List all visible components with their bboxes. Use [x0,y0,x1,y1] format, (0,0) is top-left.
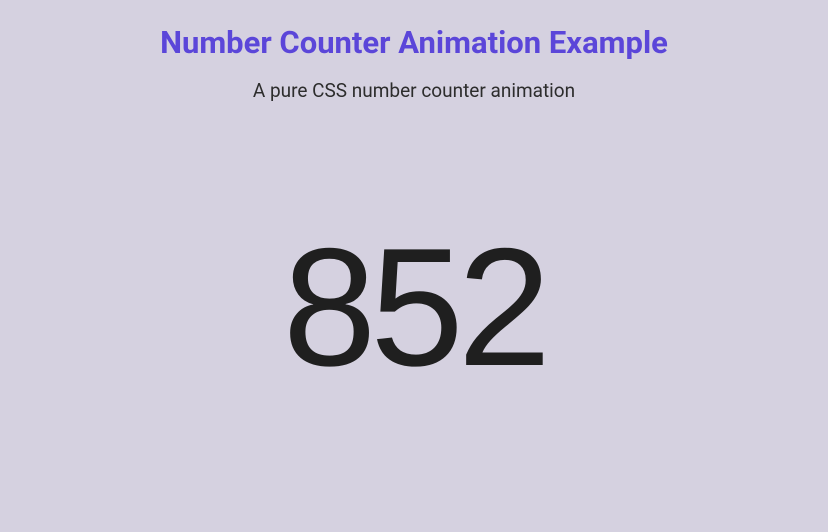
counter-value: 852 [283,223,545,391]
page-container: Number Counter Animation Example A pure … [0,0,828,532]
page-title: Number Counter Animation Example [160,24,668,61]
counter-wrapper: 852 [0,82,828,532]
